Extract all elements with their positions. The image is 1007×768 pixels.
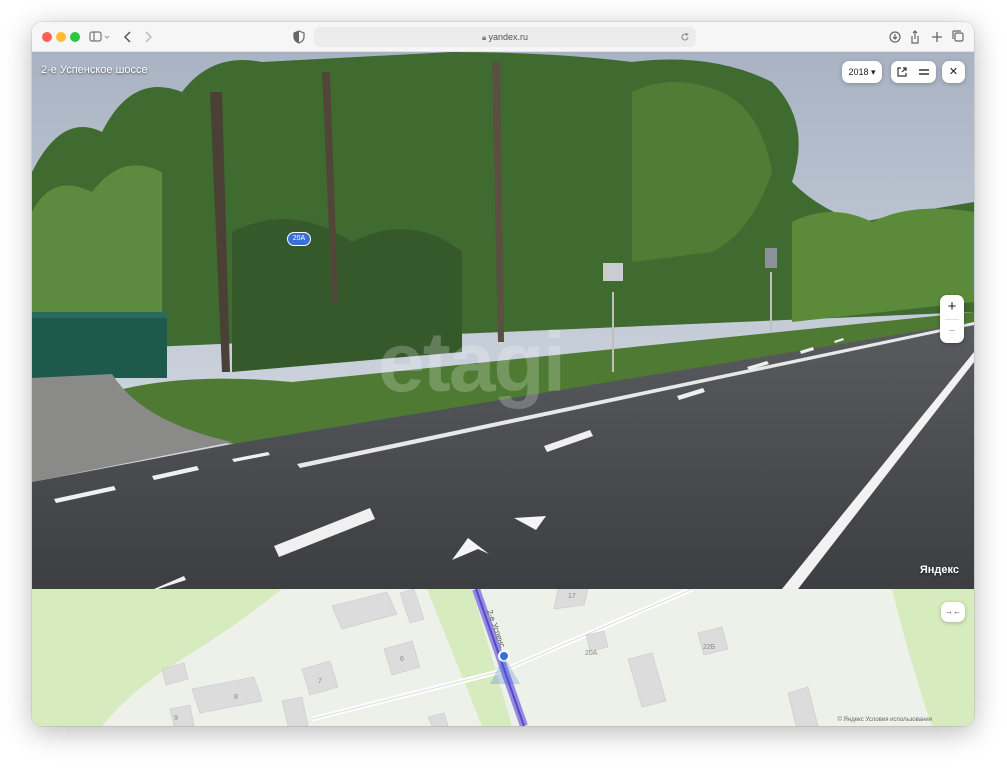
back-icon[interactable] [122,28,134,46]
map-scene: 17 6 7 8 9 20А 22Б 2-е Успенс [32,589,974,726]
address-text: 🔒︎ yandex.ru [481,32,528,42]
minimize-window-button[interactable] [56,32,66,42]
map-footer: © Яндекс Условия использования [837,717,932,723]
new-tab-icon[interactable] [930,28,944,46]
house-7: 7 [318,678,322,685]
mini-map[interactable]: 17 6 7 8 9 20А 22Б 2-е Успенс →← © Яндек… [32,589,974,726]
browser-toolbar: 🔒︎ yandex.ru [32,22,974,52]
house-6: 6 [400,656,404,663]
watermark: etagi [378,315,566,409]
terms-link[interactable]: Условия использования [865,717,932,723]
sidebar-toggle-icon[interactable] [88,28,112,46]
zoom-control: + − [940,295,964,343]
close-window-button[interactable] [42,32,52,42]
zoom-window-button[interactable] [70,32,80,42]
year-selector[interactable]: 2018 ▾ [842,61,882,83]
map-copyright: © Яндекс [837,717,864,723]
yandex-logo: Яндекс [919,564,959,576]
house-8: 8 [234,694,238,701]
collapse-arrows-icon: →← [945,607,961,616]
panel-actions [891,61,936,83]
forward-icon[interactable] [142,28,154,46]
house-number-badge[interactable]: 20А [287,232,311,246]
close-icon: ✕ [948,66,959,78]
house-9: 9 [174,715,178,722]
collapse-map-button[interactable]: →← [941,602,965,622]
share-icon[interactable] [908,28,922,46]
privacy-shield-icon[interactable] [292,28,306,46]
tab-overview-icon[interactable] [951,28,965,46]
open-external-icon[interactable] [896,66,908,78]
house-17: 17 [568,593,576,600]
zoom-out-button[interactable]: − [940,319,964,343]
zoom-in-button[interactable]: + [940,295,964,319]
browser-window: 🔒︎ yandex.ru 20А etagi 2-е Успенское шос… [32,22,974,726]
menu-icon[interactable] [918,66,930,78]
downloads-icon[interactable] [888,28,902,46]
close-panorama-button[interactable]: ✕ [942,61,965,83]
address-bar[interactable]: 🔒︎ yandex.ru [314,27,696,47]
location-title: 2-е Успенское шоссе [41,64,148,76]
house-20a: 20А [585,650,598,657]
street-panorama[interactable]: 20А etagi 2-е Успенское шоссе 2018 ▾ ✕ +… [32,52,974,589]
house-22b: 22Б [703,644,716,651]
reload-icon[interactable] [680,32,690,42]
